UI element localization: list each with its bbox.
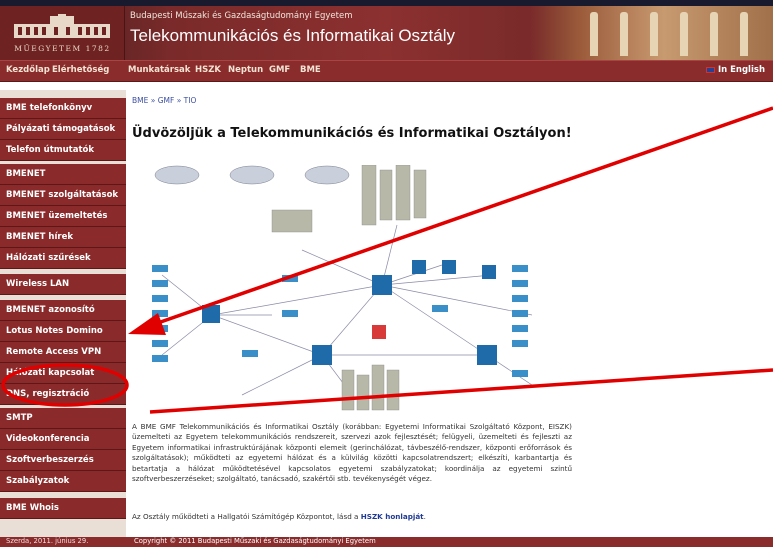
hszk-paragraph: Az Osztály működteti a Hallgatói Számító…: [132, 512, 572, 522]
site-header: MŰEGYETEM 1782 Budapesti Műszaki és Gazd…: [0, 6, 773, 60]
footer-copyright: Copyright © 2011 Budapesti Műszaki és Ga…: [134, 537, 376, 545]
sidebar-item-bme-whois[interactable]: BME Whois: [0, 498, 126, 519]
sidebar-item-dns-registration[interactable]: DNS, regisztráció: [0, 384, 126, 405]
university-logo[interactable]: MŰEGYETEM 1782: [0, 6, 125, 60]
intro-paragraph: A BME GMF Telekommunikációs és Informati…: [132, 422, 572, 484]
sidebar-item-phonebook[interactable]: BME telefonkönyv: [0, 98, 126, 119]
site-title: Telekommunikációs és Informatikai Osztál…: [130, 26, 456, 45]
sidebar-item-smtp[interactable]: SMTP: [0, 408, 126, 429]
sidebar-item-wireless-lan[interactable]: Wireless LAN: [0, 274, 126, 295]
network-diagram-image: [152, 165, 533, 411]
hszk-link[interactable]: HSZK honlapját: [361, 512, 424, 521]
sidebar-item-remote-vpn[interactable]: Remote Access VPN: [0, 342, 126, 363]
page-title: Üdvözöljük a Telekommunikációs és Inform…: [132, 126, 572, 141]
flag-icon: [705, 66, 715, 73]
sidebar-item-regulations[interactable]: Szabályzatok: [0, 471, 126, 492]
sidebar-item-lotus-notes[interactable]: Lotus Notes Domino: [0, 321, 126, 342]
hszk-suffix: .: [423, 512, 426, 521]
nav-contact[interactable]: Elérhetőség: [52, 65, 109, 75]
sidebar-item-bmenet-news[interactable]: BMENET hírek: [0, 227, 126, 248]
header-photo: [530, 6, 773, 60]
nav-staff[interactable]: Munkatársak: [128, 65, 190, 75]
top-navigation: Kezdőlap Elérhetőség Munkatársak HSZK Ne…: [0, 60, 773, 82]
nav-hszk[interactable]: HSZK: [195, 65, 221, 75]
main-content: BME » GMF » TIO Üdvözöljük a Telekommuni…: [126, 90, 577, 536]
footer: Szerda, 2011. június 29. Copyright © 201…: [0, 537, 773, 547]
nav-neptun[interactable]: Neptun: [228, 65, 263, 75]
english-label: In English: [717, 65, 765, 75]
sidebar-item-network-filtering[interactable]: Hálózati szűrések: [0, 248, 126, 269]
breadcrumb[interactable]: BME » GMF » TIO: [132, 96, 196, 105]
sidebar: BME telefonkönyv Pályázati támogatások T…: [0, 90, 126, 537]
sidebar-item-phone-guides[interactable]: Telefon útmutatók: [0, 140, 126, 161]
sidebar-item-bmenet-operation[interactable]: BMENET üzemeltetés: [0, 206, 126, 227]
hszk-text: Az Osztály működteti a Hallgatói Számító…: [132, 512, 359, 521]
sidebar-item-bmenet[interactable]: BMENET: [0, 164, 126, 185]
sidebar-item-software-procurement[interactable]: Szoftverbeszerzés: [0, 450, 126, 471]
footer-date: Szerda, 2011. június 29.: [6, 537, 89, 545]
sidebar-item-videoconference[interactable]: Videokonferencia: [0, 429, 126, 450]
sidebar-item-grants[interactable]: Pályázati támogatások: [0, 119, 126, 140]
logo-text: MŰEGYETEM 1782: [14, 44, 111, 53]
nav-bme[interactable]: BME: [300, 65, 321, 75]
nav-gmf[interactable]: GMF: [269, 65, 290, 75]
sidebar-item-bmenet-id[interactable]: BMENET azonosító: [0, 300, 126, 321]
university-name: Budapesti Műszaki és Gazdaságtudományi E…: [130, 11, 353, 21]
english-link[interactable]: In English: [705, 65, 765, 75]
sidebar-item-network-connection[interactable]: Hálózati kapcsolat: [0, 363, 126, 384]
nav-home[interactable]: Kezdőlap: [6, 65, 50, 75]
building-icon: [14, 14, 110, 38]
sidebar-item-bmenet-services[interactable]: BMENET szolgáltatások: [0, 185, 126, 206]
right-column: [577, 90, 773, 536]
